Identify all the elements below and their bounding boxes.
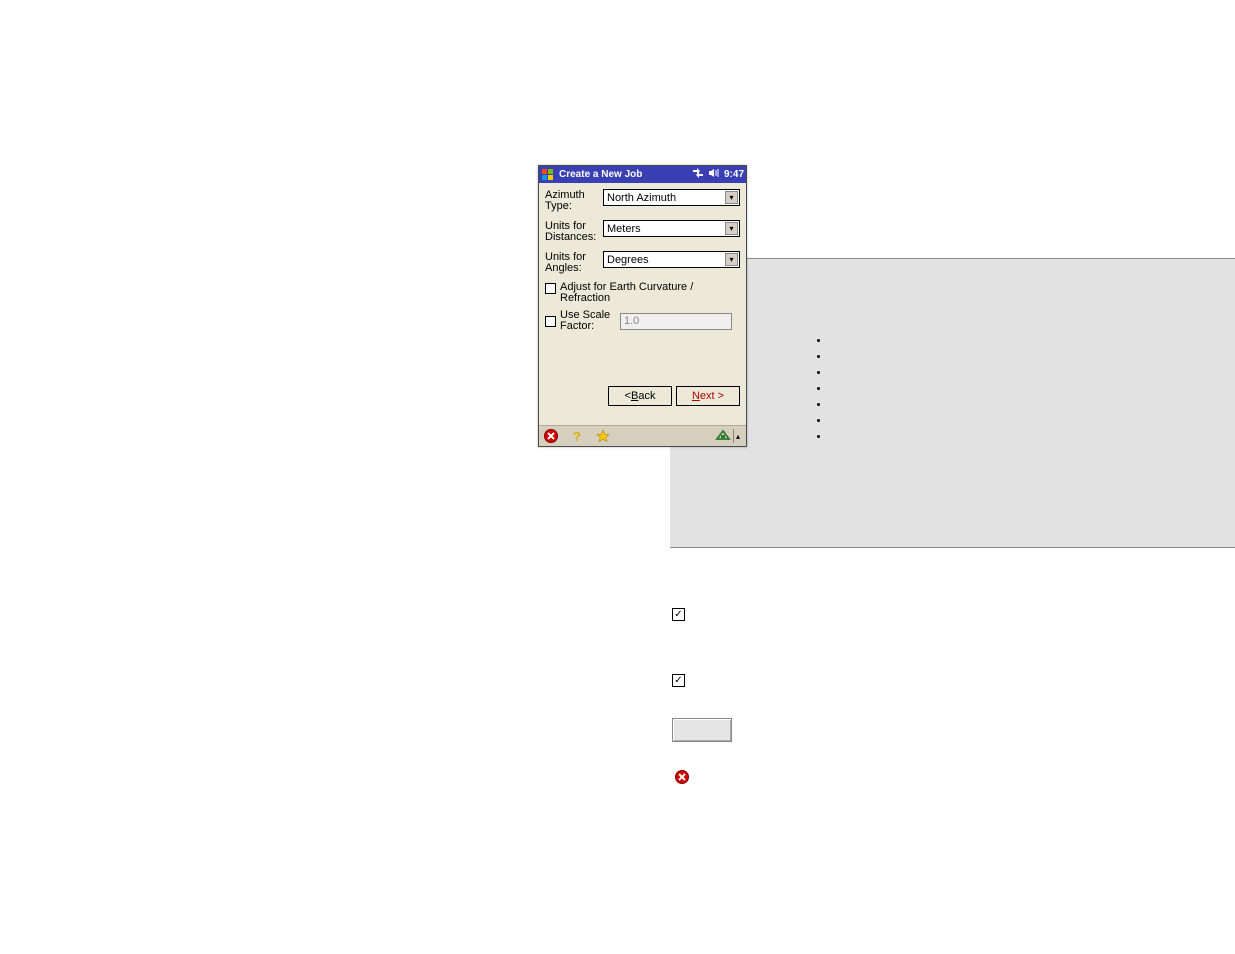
connectivity-icon[interactable]: [692, 168, 704, 181]
list-item: [830, 351, 1235, 365]
checkmark-icon: ✓: [674, 676, 682, 686]
angle-units-value: Degrees: [607, 254, 649, 266]
windows-logo-icon: [541, 168, 555, 182]
list-item: [830, 399, 1235, 413]
angle-units-label: Units for Angles:: [545, 251, 603, 274]
chevron-down-icon: ▾: [725, 222, 738, 235]
list-item: [830, 367, 1235, 381]
checkmark-icon: ✓: [674, 610, 682, 620]
chevron-down-icon: ▾: [725, 253, 738, 266]
keyboard-icon: [715, 429, 731, 444]
scale-factor-value: 1.0: [624, 315, 639, 327]
adjust-curvature-checkbox[interactable]: [545, 283, 556, 294]
distance-units-value: Meters: [607, 223, 641, 235]
window-title: Create a New Job: [559, 169, 690, 180]
bottom-toolbar: ? ▴: [539, 425, 746, 446]
star-icon[interactable]: [595, 428, 611, 444]
chevron-down-icon: ▾: [725, 191, 738, 204]
standalone-checkbox-2[interactable]: ✓: [672, 674, 685, 687]
azimuth-type-select[interactable]: North Azimuth ▾: [603, 189, 740, 206]
list-item: [830, 431, 1235, 445]
standalone-checkbox-1[interactable]: ✓: [672, 608, 685, 621]
adjust-curvature-row: Adjust for Earth Curvature / Refraction: [545, 282, 740, 304]
title-bar: Create a New Job 9:47: [539, 166, 746, 183]
pda-window: Create a New Job 9:47 Azimuth Type: Nort…: [538, 165, 747, 447]
azimuth-type-label: Azimuth Type:: [545, 189, 603, 212]
gray-side-panel: [670, 258, 1235, 548]
standalone-close-icon[interactable]: [675, 770, 689, 784]
volume-icon[interactable]: [708, 168, 720, 181]
scale-factor-row: Use Scale Factor: 1.0: [545, 310, 740, 332]
scale-factor-checkbox[interactable]: [545, 316, 556, 327]
back-button[interactable]: < Back: [608, 386, 672, 406]
clock[interactable]: 9:47: [724, 169, 744, 180]
standalone-button[interactable]: [672, 718, 732, 742]
list-item: [830, 415, 1235, 429]
list-item: [830, 383, 1235, 397]
scale-factor-input[interactable]: 1.0: [620, 313, 732, 330]
scale-factor-label: Use Scale Factor:: [560, 310, 612, 332]
help-icon[interactable]: ?: [569, 428, 585, 444]
close-icon[interactable]: [543, 428, 559, 444]
wizard-button-bar: < Back Next >: [539, 386, 746, 406]
svg-text:?: ?: [573, 429, 581, 443]
distance-units-select[interactable]: Meters ▾: [603, 220, 740, 237]
chevron-up-icon: ▴: [733, 429, 742, 443]
next-button[interactable]: Next >: [676, 386, 740, 406]
client-area: Azimuth Type: North Azimuth ▾ Units for …: [539, 183, 746, 342]
azimuth-type-value: North Azimuth: [607, 192, 676, 204]
bullet-list: [670, 335, 1235, 445]
keyboard-toggle[interactable]: ▴: [715, 429, 742, 444]
adjust-curvature-label: Adjust for Earth Curvature / Refraction: [560, 282, 740, 304]
list-item: [830, 335, 1235, 349]
angle-units-select[interactable]: Degrees ▾: [603, 251, 740, 268]
distance-units-label: Units for Distances:: [545, 220, 603, 243]
